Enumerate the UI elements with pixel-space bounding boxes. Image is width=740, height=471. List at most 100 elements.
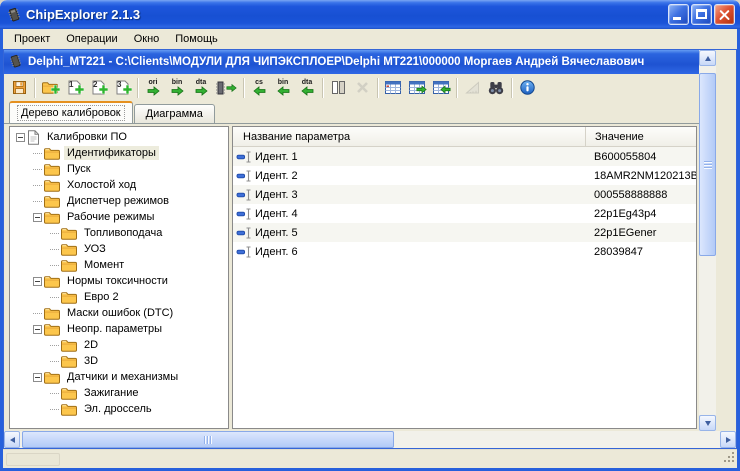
tree-item[interactable]: Рабочие режимы xyxy=(10,209,228,225)
tree-expander[interactable] xyxy=(33,373,42,382)
export-ori-button[interactable]: ori xyxy=(141,76,165,99)
column-header-value[interactable]: Значение xyxy=(585,127,696,146)
export-dta-button[interactable]: dta xyxy=(189,76,213,99)
tree-item[interactable]: 2D xyxy=(10,337,228,353)
import-cs-button[interactable]: cs xyxy=(247,76,271,99)
tree-item[interactable]: Калибровки ПО xyxy=(10,129,228,145)
tree-item[interactable]: Евро 2 xyxy=(10,289,228,305)
info-button[interactable] xyxy=(515,76,539,99)
folder-icon xyxy=(61,291,77,304)
tree-connector xyxy=(33,201,42,202)
menu-item[interactable]: Проект xyxy=(6,31,58,48)
scroll-down-button[interactable] xyxy=(699,415,716,431)
column-header-name[interactable]: Название параметра xyxy=(233,131,585,143)
close-icon xyxy=(715,5,734,24)
menu-item[interactable]: Помощь xyxy=(167,31,226,48)
resize-grip-icon[interactable] xyxy=(723,451,736,467)
tree-item-label: Момент xyxy=(81,258,127,272)
compare-icon xyxy=(331,80,346,95)
tree-item[interactable]: Топливоподача xyxy=(10,225,228,241)
tree-expander[interactable] xyxy=(33,277,42,286)
table-row[interactable]: Идент. 3 000558888888 xyxy=(233,185,696,204)
x-icon xyxy=(356,81,369,94)
status-bar xyxy=(3,449,737,468)
tree-item[interactable]: Эл. дроссель xyxy=(10,401,228,417)
toolbar-separator xyxy=(511,78,512,98)
save-button[interactable] xyxy=(7,76,31,99)
scroll-right-button[interactable] xyxy=(720,431,736,448)
scroll-up-button[interactable] xyxy=(699,50,716,66)
document-titlebar[interactable]: Delphi_MT221 - C:\Clients\МОДУЛИ ДЛЯ ЧИП… xyxy=(4,50,699,74)
tree-item[interactable]: 3D xyxy=(10,353,228,369)
table-row[interactable]: Идент. 1 B600055804 xyxy=(233,147,696,166)
measure-button[interactable] xyxy=(460,76,484,99)
folder-icon xyxy=(44,307,60,320)
table-view-button[interactable] xyxy=(381,76,405,99)
tree-connector xyxy=(50,345,59,346)
table-import-button[interactable] xyxy=(429,76,453,99)
horizontal-scrollbar[interactable] xyxy=(4,431,736,448)
vertical-scrollbar[interactable] xyxy=(699,50,716,431)
app-title: ChipExplorer 2.1.3 xyxy=(26,7,668,22)
table-row[interactable]: Идент. 6 28039847 xyxy=(233,242,696,261)
menu-item-label: Операции xyxy=(66,33,117,45)
tree-expander[interactable] xyxy=(33,213,42,222)
tree-expander[interactable] xyxy=(33,325,42,334)
add-page-1-button[interactable]: 1 xyxy=(62,76,86,99)
menu-item[interactable]: Окно xyxy=(126,31,168,48)
folder-icon xyxy=(44,147,60,160)
export-bin-button[interactable]: bin xyxy=(165,76,189,99)
tab[interactable]: Дерево калибровок xyxy=(9,101,133,123)
add-folder-button[interactable] xyxy=(38,76,62,99)
menu-item[interactable]: Операции xyxy=(58,31,125,48)
tree-item[interactable]: Датчики и механизмы xyxy=(10,369,228,385)
folder-icon xyxy=(44,371,60,384)
parameter-value: 000558888888 xyxy=(585,189,696,201)
thumb-grip xyxy=(204,436,213,444)
tree-item[interactable]: Диспетчер режимов xyxy=(10,193,228,209)
binoculars-icon xyxy=(488,81,504,95)
tree-connector xyxy=(50,393,59,394)
plus-icon xyxy=(99,85,108,97)
tab[interactable]: Диаграмма xyxy=(134,104,215,123)
find-button[interactable] xyxy=(484,76,508,99)
tree-expander[interactable] xyxy=(16,133,25,142)
compare-button[interactable] xyxy=(326,76,350,99)
tree-item[interactable]: Момент xyxy=(10,257,228,273)
close-button[interactable] xyxy=(714,4,735,25)
tree-item[interactable]: Нормы токсичности xyxy=(10,273,228,289)
horizontal-scroll-thumb[interactable] xyxy=(22,431,394,448)
minimize-button[interactable] xyxy=(668,4,689,25)
add-page-2-button[interactable]: 2 xyxy=(86,76,110,99)
tree-item[interactable]: Неопр. параметры xyxy=(10,321,228,337)
table-row[interactable]: Идент. 2 18AMR2NM120213B6 xyxy=(233,166,696,185)
arrow-down-icon xyxy=(705,421,711,426)
tree-item[interactable]: УОЗ xyxy=(10,241,228,257)
toolbar-separator xyxy=(456,78,457,98)
parameter-name: Идент. 2 xyxy=(255,170,298,182)
table-header: Название параметра Значение xyxy=(233,127,696,147)
tree-item[interactable]: Зажигание xyxy=(10,385,228,401)
import-bin-button[interactable]: bin xyxy=(271,76,295,99)
horizontal-scroll-track[interactable] xyxy=(20,431,720,448)
table-row[interactable]: Идент. 5 22p1EGener xyxy=(233,223,696,242)
tree-item[interactable]: Маски ошибок (DTC) xyxy=(10,305,228,321)
table-row[interactable]: Идент. 4 22p1Eg43p4 xyxy=(233,204,696,223)
add-page-3-button[interactable]: 3 xyxy=(110,76,134,99)
menu-item-label: Проект xyxy=(14,33,50,45)
import-dta-button[interactable]: dta xyxy=(295,76,319,99)
export-chip-button[interactable] xyxy=(213,76,240,99)
tree-item[interactable]: Холостой ход xyxy=(10,177,228,193)
scroll-left-button[interactable] xyxy=(4,431,20,448)
vertical-scroll-track[interactable] xyxy=(699,66,716,415)
tree-item[interactable]: Идентификаторы xyxy=(10,145,228,161)
tree-item[interactable]: Пуск xyxy=(10,161,228,177)
delete-button[interactable] xyxy=(350,76,374,99)
table-export-button[interactable] xyxy=(405,76,429,99)
maximize-button[interactable] xyxy=(691,4,712,25)
tree-item-label: Неопр. параметры xyxy=(64,322,165,336)
tree-connector xyxy=(33,185,42,186)
minimize-icon xyxy=(673,17,681,20)
vertical-scroll-thumb[interactable] xyxy=(699,73,716,256)
main-titlebar[interactable]: ChipExplorer 2.1.3 xyxy=(0,0,740,29)
